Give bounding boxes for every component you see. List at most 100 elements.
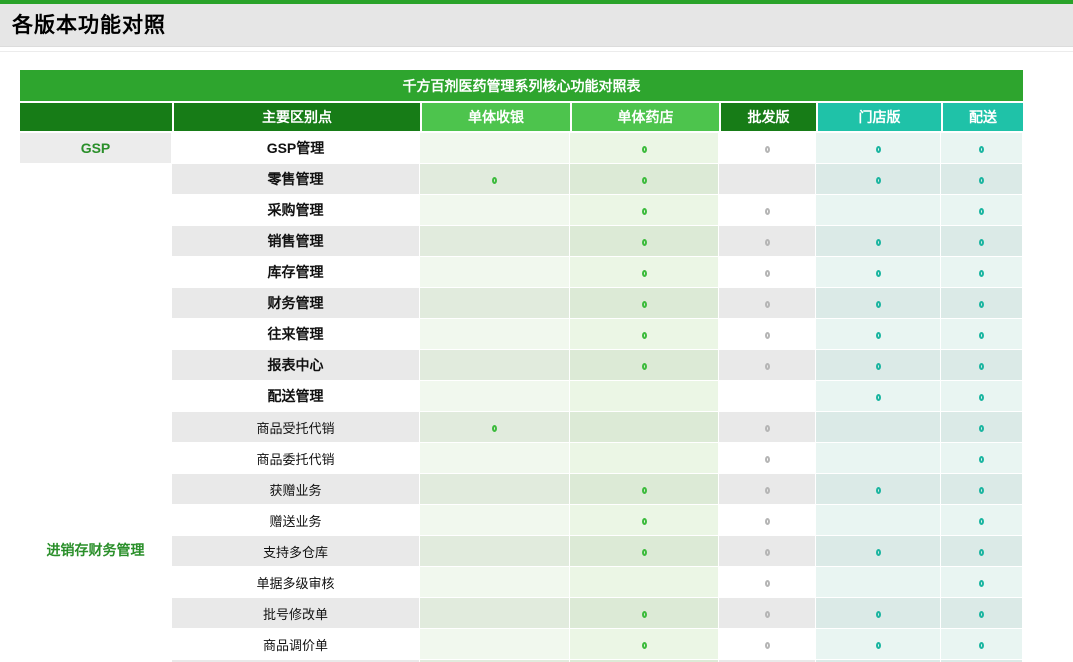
mark-cell [420,350,570,381]
mark-cell [941,319,1023,350]
presence-mark-icon [642,611,647,618]
presence-mark-icon [979,363,984,370]
feature-cell: 库存管理 [172,257,420,288]
presence-mark-icon [979,642,984,649]
feature-cell: 赠送业务 [172,505,420,536]
mark-cell [570,350,719,381]
mark-cell [941,536,1023,567]
category-cell-gsp: GSP [20,133,172,164]
mark-cell [420,257,570,288]
presence-mark-icon [876,270,881,277]
presence-mark-icon [876,487,881,494]
presence-mark-icon [979,301,984,308]
presence-mark-icon [765,518,770,525]
mark-cell [941,133,1023,164]
presence-mark-icon [642,363,647,370]
table-header-row: 主要区别点 单体收银单体药店批发版门店版配送 [20,103,1023,133]
mark-cell [941,412,1023,443]
presence-mark-icon [765,425,770,432]
mark-cell [941,257,1023,288]
mark-cell [941,381,1023,412]
mark-cell [420,536,570,567]
presence-mark-icon [642,208,647,215]
presence-mark-icon [979,208,984,215]
feature-cell: 商品受托代销 [172,412,420,443]
presence-mark-icon [979,394,984,401]
mark-cell [816,164,941,195]
mark-cell [719,567,816,598]
mark-cell [816,629,941,660]
presence-mark-icon [642,549,647,556]
feature-cell: 商品委托代销 [172,443,420,474]
mark-cell [719,443,816,474]
edition-header-2: 批发版 [719,103,816,133]
mark-cell [719,412,816,443]
feature-cell: 单据多级审核 [172,567,420,598]
mark-cell [719,226,816,257]
presence-mark-icon [765,456,770,463]
mark-cell [941,474,1023,505]
presence-mark-icon [979,611,984,618]
presence-mark-icon [876,394,881,401]
feature-cell: 报表中心 [172,350,420,381]
presence-mark-icon [876,146,881,153]
mark-cell [570,164,719,195]
mark-cell [420,598,570,629]
mark-cell [816,443,941,474]
presence-mark-icon [642,177,647,184]
mark-cell [816,536,941,567]
feature-cell: 往来管理 [172,319,420,350]
mark-cell [816,319,941,350]
mark-cell [570,195,719,226]
mark-cell [570,288,719,319]
feature-cell: 配送管理 [172,381,420,412]
presence-mark-icon [765,270,770,277]
mark-cell [816,412,941,443]
mark-cell [719,195,816,226]
mark-cell [816,257,941,288]
mark-cell [941,288,1023,319]
feature-header-cell: 主要区别点 [172,103,420,133]
presence-mark-icon [876,301,881,308]
mark-cell [570,474,719,505]
mark-cell [941,629,1023,660]
edition-header-1: 单体药店 [570,103,719,133]
feature-cell: GSP管理 [172,133,420,164]
mark-cell [420,288,570,319]
presence-mark-icon [765,487,770,494]
table-row: GSPGSP管理 [20,133,1023,164]
feature-cell: 零售管理 [172,164,420,195]
mark-cell [420,164,570,195]
mark-cell [570,505,719,536]
presence-mark-icon [765,580,770,587]
feature-cell: 支持多仓库 [172,536,420,567]
mark-cell [420,567,570,598]
presence-mark-icon [492,425,497,432]
mark-cell [816,567,941,598]
mark-cell [570,567,719,598]
presence-mark-icon [642,332,647,339]
mark-cell [941,567,1023,598]
mark-cell [816,288,941,319]
mark-cell [420,319,570,350]
mark-cell [420,629,570,660]
feature-cell: 采购管理 [172,195,420,226]
feature-cell: 销售管理 [172,226,420,257]
mark-cell [719,474,816,505]
presence-mark-icon [876,642,881,649]
mark-cell [719,319,816,350]
mark-cell [420,226,570,257]
presence-mark-icon [979,239,984,246]
presence-mark-icon [642,146,647,153]
mark-cell [719,350,816,381]
presence-mark-icon [876,611,881,618]
table-row: 进销存财务管理零售管理 [20,164,1023,195]
presence-mark-icon [876,549,881,556]
mark-cell [570,536,719,567]
presence-mark-icon [979,580,984,587]
presence-mark-icon [979,177,984,184]
mark-cell [570,133,719,164]
presence-mark-icon [765,332,770,339]
category-cell-inventory-finance: 进销存财务管理 [20,164,172,662]
presence-mark-icon [642,239,647,246]
